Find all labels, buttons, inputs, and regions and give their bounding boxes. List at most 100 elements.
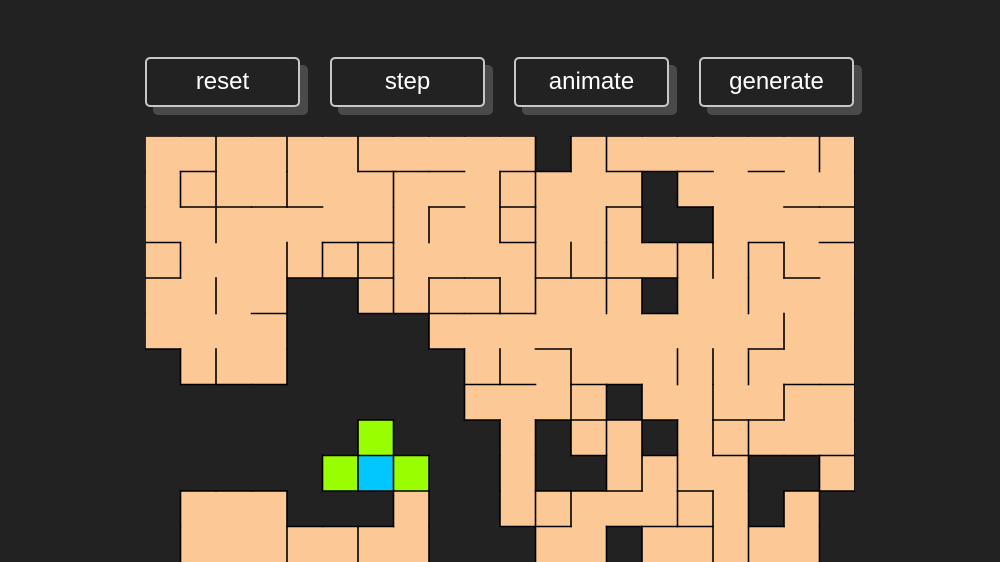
maze-cell-unvisited	[429, 491, 465, 527]
maze-cell-frontier	[322, 455, 359, 492]
maze-cell-carved	[500, 491, 536, 527]
maze-cell-carved	[606, 171, 643, 208]
maze-cell-carved	[571, 242, 607, 279]
maze-cell-carved	[180, 526, 217, 562]
maze-cell-carved	[251, 526, 288, 562]
maze-cell-current	[358, 455, 394, 492]
maze-cell-carved	[677, 491, 714, 527]
maze-cell-carved	[322, 242, 359, 279]
maze-cell-carved	[464, 349, 501, 385]
maze-cell-carved	[571, 526, 607, 562]
maze-cell-carved	[606, 207, 643, 243]
maze-cell-unvisited	[358, 384, 394, 421]
maze-cell-carved	[216, 278, 252, 314]
maze-cell-carved	[500, 171, 536, 208]
maze-cell-unvisited	[429, 455, 465, 492]
maze-cell-unvisited	[677, 207, 714, 243]
maze-cell-unvisited	[216, 384, 252, 421]
maze-cell-carved	[748, 349, 785, 385]
maze-cell-carved	[180, 313, 217, 350]
maze-cell-carved	[606, 278, 643, 314]
maze-cell-carved	[393, 491, 430, 527]
maze-cell-carved	[500, 242, 536, 279]
maze-cell-carved	[642, 455, 678, 492]
maze-cell-carved	[535, 278, 572, 314]
maze-cell-carved	[393, 526, 430, 562]
maze-cell-unvisited	[819, 526, 855, 562]
maze-cell-carved	[571, 420, 607, 456]
maze-cell-carved	[464, 278, 501, 314]
maze-cell-carved	[677, 278, 714, 314]
animate-button[interactable]: animate	[514, 57, 669, 107]
maze-cell-carved	[642, 384, 678, 421]
maze-cell-carved	[535, 349, 572, 385]
maze-cell-carved	[251, 136, 288, 172]
maze-cell-carved	[287, 207, 323, 243]
maze-cell-carved	[748, 384, 785, 421]
generate-button[interactable]: generate	[699, 57, 854, 107]
maze-cell-carved	[677, 349, 714, 385]
maze-cell-carved	[251, 207, 288, 243]
maze-cell-carved	[429, 171, 465, 208]
maze-cell-unvisited	[358, 491, 394, 527]
maze-cell-carved	[571, 349, 607, 385]
maze-cell-carved	[500, 349, 536, 385]
maze-cell-unvisited	[464, 420, 501, 456]
maze-cell-unvisited	[251, 384, 288, 421]
maze-cell-carved	[606, 349, 643, 385]
maze-cell-unvisited	[571, 455, 607, 492]
maze-cell-carved	[748, 526, 785, 562]
maze-cell-carved	[571, 491, 607, 527]
maze-cell-carved	[251, 171, 288, 208]
maze-cell-unvisited	[464, 455, 501, 492]
maze-cell-unvisited	[216, 455, 252, 492]
step-button[interactable]: step	[330, 57, 485, 107]
maze-cell-carved	[393, 207, 430, 243]
maze-cell-carved	[358, 136, 394, 172]
maze-cell-unvisited	[322, 349, 359, 385]
maze-cell-unvisited	[535, 420, 572, 456]
maze-cell-carved	[251, 313, 288, 350]
maze-cell-unvisited	[322, 491, 359, 527]
maze-cell-carved	[500, 313, 536, 350]
maze-cell-carved	[180, 242, 217, 279]
maze-cell-carved	[819, 455, 855, 492]
maze-cell-carved	[180, 136, 217, 172]
maze-cell-carved	[713, 420, 749, 456]
maze-cell-carved	[748, 136, 785, 172]
maze-cell-unvisited	[393, 349, 430, 385]
maze-cell-carved	[784, 491, 820, 527]
maze-canvas	[145, 136, 855, 562]
maze-cell-carved	[642, 491, 678, 527]
maze-cell-carved	[464, 171, 501, 208]
maze-cell-carved	[748, 242, 785, 279]
maze-cell-carved	[358, 242, 394, 279]
maze-cell-carved	[500, 384, 536, 421]
maze-cell-carved	[748, 207, 785, 243]
reset-button[interactable]: reset	[145, 57, 300, 107]
maze-cell-carved	[180, 278, 217, 314]
maze-cell-carved	[606, 455, 643, 492]
maze-cell-carved	[819, 420, 855, 456]
maze-cell-carved	[713, 136, 749, 172]
maze-cell-carved	[464, 384, 501, 421]
maze-cell-carved	[784, 384, 820, 421]
maze-cell-carved	[642, 242, 678, 279]
maze-cell-carved	[606, 420, 643, 456]
maze-cell-carved	[216, 349, 252, 385]
maze-cell-unvisited	[429, 420, 465, 456]
maze-cell-carved	[571, 313, 607, 350]
maze-cell-carved	[500, 278, 536, 314]
maze-cell-carved	[145, 207, 181, 243]
maze-cell-carved	[642, 313, 678, 350]
maze-cell-carved	[393, 136, 430, 172]
maze-board	[145, 136, 855, 562]
maze-cell-unvisited	[145, 349, 181, 385]
maze-cell-carved	[429, 313, 465, 350]
maze-cell-carved	[535, 384, 572, 421]
maze-cell-carved	[819, 384, 855, 421]
maze-cell-carved	[145, 242, 181, 279]
maze-cell-carved	[606, 242, 643, 279]
maze-cell-carved	[713, 313, 749, 350]
maze-cell-unvisited	[180, 455, 217, 492]
